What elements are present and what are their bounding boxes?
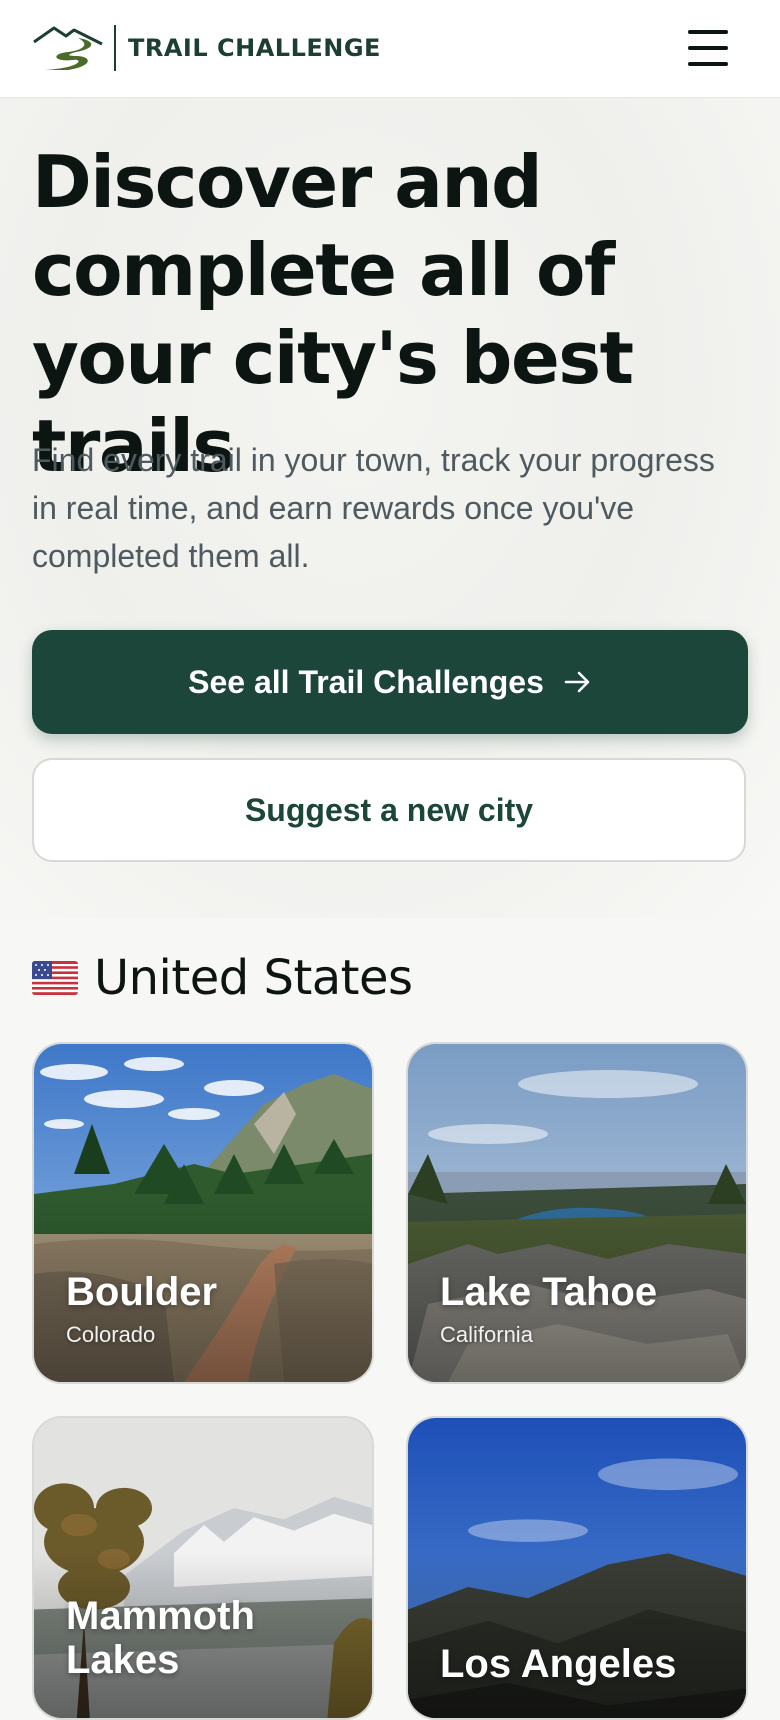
city-card-mammoth-lakes[interactable]: Mammoth Lakes — [32, 1416, 374, 1720]
brand-logo[interactable]: TRAIL CHALLENGE — [32, 22, 381, 74]
city-state: California — [440, 1322, 533, 1347]
brand-name: TRAIL CHALLENGE — [128, 34, 381, 62]
city-card-los-angeles[interactable]: Los Angeles — [406, 1416, 748, 1720]
section-title: United States — [94, 950, 413, 1006]
country-section-header: United States — [32, 948, 413, 1008]
suggest-city-button[interactable]: Suggest a new city — [32, 758, 746, 862]
city-card-lake-tahoe[interactable]: Lake Tahoe California — [406, 1042, 748, 1384]
mountain-trail-logo-icon — [33, 26, 103, 70]
city-name: Lake Tahoe — [440, 1270, 658, 1314]
top-header: TRAIL CHALLENGE — [0, 0, 780, 98]
see-all-challenges-button[interactable]: See all Trail Challenges — [32, 630, 748, 734]
city-name: Mammoth Lakes — [66, 1594, 255, 1682]
city-name: Boulder — [66, 1270, 218, 1314]
city-state: Colorado — [66, 1322, 156, 1347]
logo-divider — [114, 25, 116, 71]
us-flag-icon — [32, 961, 78, 995]
arrow-right-icon — [564, 671, 590, 693]
city-card-boulder[interactable]: Boulder Colorado — [32, 1042, 374, 1384]
city-name: Los Angeles — [440, 1642, 677, 1686]
hamburger-menu-icon[interactable] — [686, 28, 730, 68]
suggest-city-label: Suggest a new city — [244, 791, 534, 828]
hero-subtitle: Find every trail in your town, track you… — [32, 442, 715, 574]
see-all-challenges-label: See all Trail Challenges — [188, 663, 544, 700]
